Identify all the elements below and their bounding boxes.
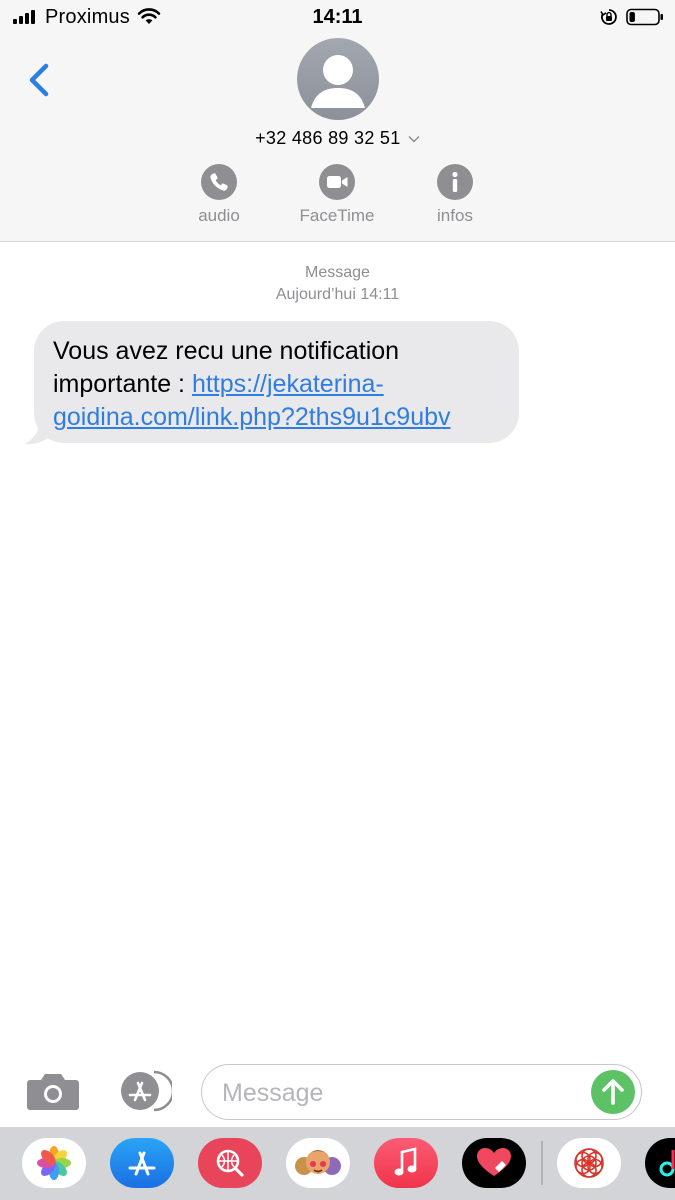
infos-label: infos xyxy=(437,206,473,225)
conversation-header: +32 486 89 32 51 audio FaceTime infos xyxy=(0,34,675,242)
music-app-icon[interactable] xyxy=(374,1138,438,1188)
back-chevron-icon[interactable] xyxy=(22,58,58,102)
message-text: Vous avez recu une notification xyxy=(53,337,400,365)
contact-avatar[interactable] xyxy=(297,38,379,120)
video-camera-icon xyxy=(327,176,348,188)
flower-of-life-icon xyxy=(574,1148,604,1178)
camera-icon[interactable] xyxy=(26,1070,80,1112)
message-input-field[interactable] xyxy=(201,1064,642,1120)
clock: 14:11 xyxy=(312,6,363,28)
app-store-app-icon[interactable] xyxy=(110,1138,174,1188)
digital-touch-app-icon[interactable] xyxy=(462,1138,526,1188)
search-images-app-icon[interactable] xyxy=(198,1138,262,1188)
photos-app-icon[interactable] xyxy=(22,1138,86,1188)
phone-icon xyxy=(210,173,228,191)
message-timestamp: Aujourd’hui 14:11 xyxy=(275,286,400,303)
app-drawer-divider xyxy=(541,1141,543,1185)
message-composer xyxy=(0,1055,675,1127)
incoming-message-bubble[interactable]: Vous avez recu une notification importan… xyxy=(34,321,519,443)
facetime-button[interactable]: FaceTime xyxy=(292,164,382,226)
message-text-continued: importante : xyxy=(53,370,192,398)
rotation-lock-icon xyxy=(600,9,617,25)
person-silhouette-icon xyxy=(311,55,365,108)
memoji-app-icon[interactable] xyxy=(286,1138,350,1188)
battery-icon xyxy=(626,8,663,26)
tiktok-note-icon xyxy=(659,1150,675,1177)
chevron-down-icon xyxy=(408,136,420,143)
service-label: Message xyxy=(305,264,370,281)
message-link-part: goidina.com/link.php?2ths9u1c9ubv xyxy=(53,403,451,431)
message-link-part: https://jekaterina- xyxy=(191,370,384,398)
photos-flower-icon xyxy=(37,1146,71,1180)
memoji-faces-icon xyxy=(295,1150,341,1175)
message-input[interactable] xyxy=(222,1075,582,1111)
music-note-icon xyxy=(394,1147,417,1176)
contact-number: +32 486 89 32 51 xyxy=(255,128,401,148)
status-bar: Proximus 14:11 xyxy=(0,0,675,34)
contact-name-button[interactable]: +32 486 89 32 51 xyxy=(0,128,675,149)
info-button[interactable]: infos xyxy=(410,164,500,226)
audio-label: audio xyxy=(198,206,240,225)
info-icon xyxy=(452,171,458,192)
app-store-icon[interactable] xyxy=(114,1070,172,1112)
tiktok-app-icon[interactable] xyxy=(645,1138,675,1188)
heart-touch-icon xyxy=(477,1148,511,1176)
imessage-app-drawer xyxy=(0,1127,675,1200)
audio-call-button[interactable]: audio xyxy=(174,164,264,226)
arrow-up-icon xyxy=(602,1079,624,1105)
flower-app-icon[interactable] xyxy=(557,1138,621,1188)
facetime-label: FaceTime xyxy=(299,206,375,225)
send-button[interactable] xyxy=(591,1070,635,1114)
app-store-glyph-icon xyxy=(128,1151,156,1176)
globe-search-icon xyxy=(216,1149,244,1177)
